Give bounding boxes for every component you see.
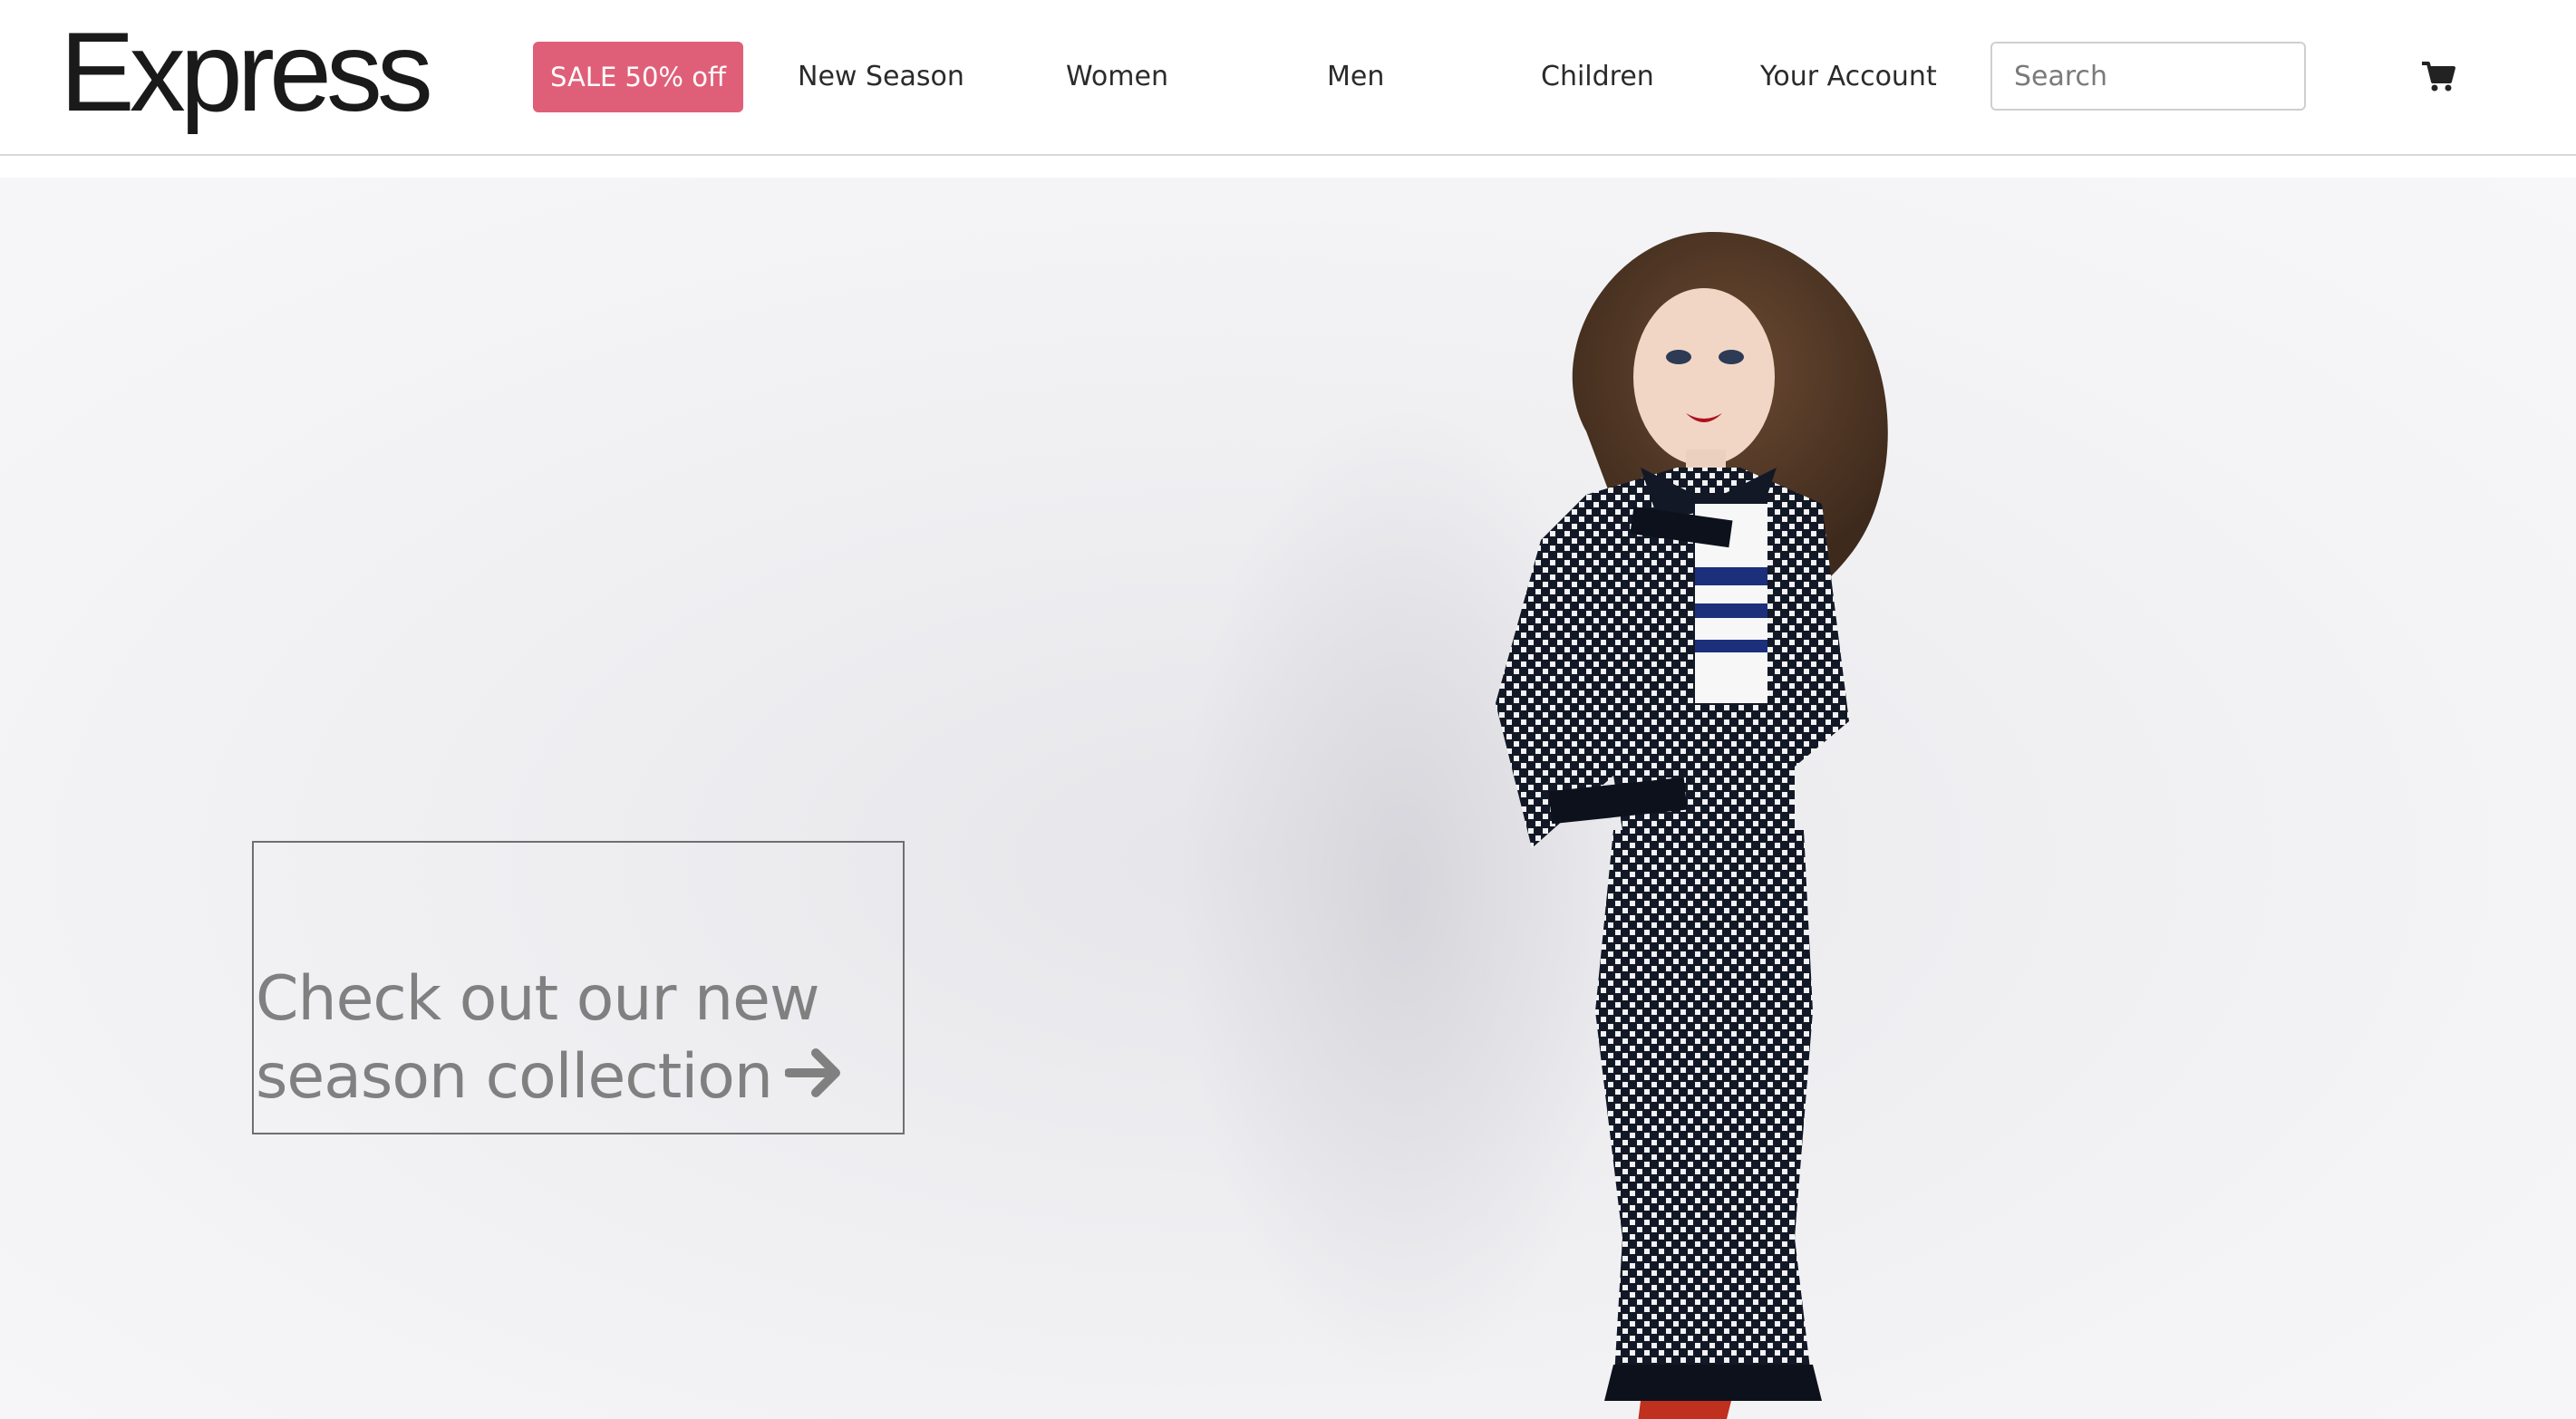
brand-logo[interactable]: Express (60, 16, 433, 129)
cta-line-2: season collection (256, 1041, 773, 1113)
arrow-right-icon (783, 1041, 845, 1119)
nav-women[interactable]: Women (1066, 54, 1168, 100)
shopping-cart-icon[interactable] (2420, 58, 2456, 94)
cta-line-1: Check out our new (256, 963, 820, 1035)
nav-men[interactable]: Men (1327, 54, 1384, 100)
new-season-cta[interactable]: Check out our new season collection (252, 841, 905, 1134)
site-header: Express SALE 50% off New Season Women Me… (0, 0, 2576, 156)
hero-banner: Check out our new season collection (0, 178, 2576, 1419)
nav-your-account[interactable]: Your Account (1760, 54, 1937, 100)
model-image (1496, 232, 1888, 1419)
search-input[interactable] (1990, 42, 2306, 111)
cta-text: Check out our new season collection (256, 960, 905, 1119)
sale-button[interactable]: SALE 50% off (533, 42, 743, 112)
nav-children[interactable]: Children (1541, 54, 1654, 100)
nav-new-season[interactable]: New Season (798, 54, 964, 100)
